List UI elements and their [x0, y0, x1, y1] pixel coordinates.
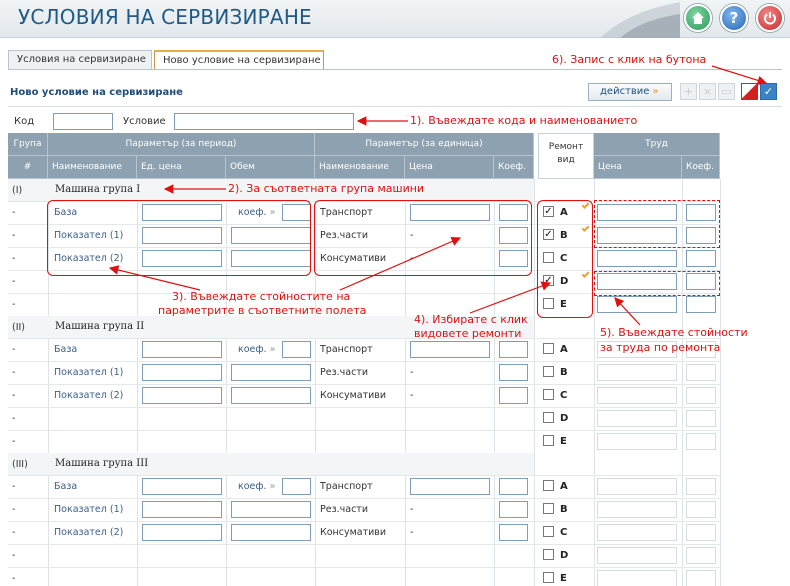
- annotation-arrows: [108, 65, 768, 326]
- annotation-arrow-lines: [108, 65, 768, 326]
